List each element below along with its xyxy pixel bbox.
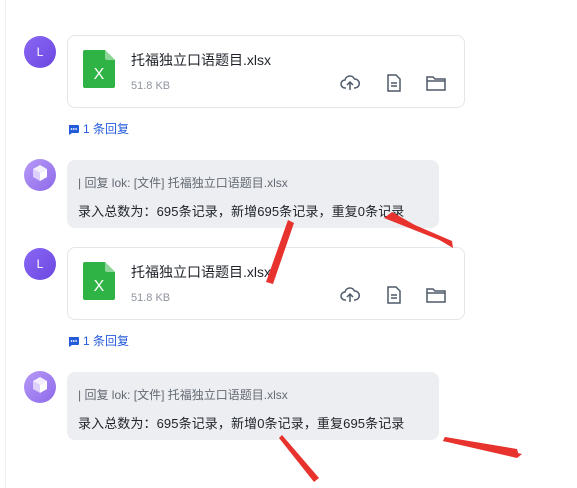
cube-icon xyxy=(31,164,49,187)
file-card[interactable]: X 托福独立口语题目.xlsx 51.8 KB xyxy=(67,247,465,320)
file-size: 51.8 KB xyxy=(131,292,171,304)
user-avatar[interactable]: L xyxy=(24,248,56,280)
quoted-reply[interactable]: | 回复 lok: [文件] 托福独立口语题目.xlsx xyxy=(78,386,288,403)
folder-icon[interactable] xyxy=(426,285,446,305)
file-name[interactable]: 托福独立口语题目.xlsx xyxy=(131,50,271,70)
cloud-upload-icon[interactable] xyxy=(340,285,360,305)
reply-count-label[interactable]: 1 条回复 xyxy=(83,332,129,349)
file-size: 51.8 KB xyxy=(131,80,171,92)
cloud-upload-icon[interactable] xyxy=(340,73,360,93)
file-name[interactable]: 托福独立口语题目.xlsx xyxy=(131,262,271,282)
divider xyxy=(5,0,6,488)
svg-text:X: X xyxy=(94,66,105,83)
bot-avatar[interactable] xyxy=(24,371,56,403)
excel-file-icon: X xyxy=(83,262,115,300)
message-text: 录入总数为：695条记录，新增0条记录，重复695条记录 xyxy=(78,416,405,431)
bot-avatar[interactable] xyxy=(24,159,56,191)
folder-icon[interactable] xyxy=(426,73,446,93)
comment-icon xyxy=(68,336,79,347)
reply-count-label[interactable]: 1 条回复 xyxy=(83,120,129,137)
annotation-arrow xyxy=(279,435,319,482)
annotation-arrow xyxy=(443,437,519,456)
message-text: 录入总数为：695条记录，新增695条记录，重复0条记录 xyxy=(78,204,405,219)
document-icon[interactable] xyxy=(384,73,404,93)
annotation-arrow xyxy=(443,437,522,458)
message-bubble[interactable]: | 回复 lok: [文件] 托福独立口语题目.xlsx 录入总数为：695条记… xyxy=(67,372,439,440)
document-icon[interactable] xyxy=(384,285,404,305)
user-avatar[interactable]: L xyxy=(24,36,56,68)
quoted-reply[interactable]: | 回复 lok: [文件] 托福独立口语题目.xlsx xyxy=(78,174,288,191)
file-card[interactable]: X 托福独立口语题目.xlsx 51.8 KB xyxy=(67,35,465,108)
message-bubble[interactable]: | 回复 lok: [文件] 托福独立口语题目.xlsx 录入总数为：695条记… xyxy=(67,160,439,228)
reply-thread-link[interactable]: 1 条回复 xyxy=(68,120,129,137)
comment-icon xyxy=(68,124,79,135)
svg-text:X: X xyxy=(94,278,105,295)
reply-thread-link[interactable]: 1 条回复 xyxy=(68,332,129,349)
excel-file-icon: X xyxy=(83,50,115,88)
cube-icon xyxy=(31,376,49,399)
